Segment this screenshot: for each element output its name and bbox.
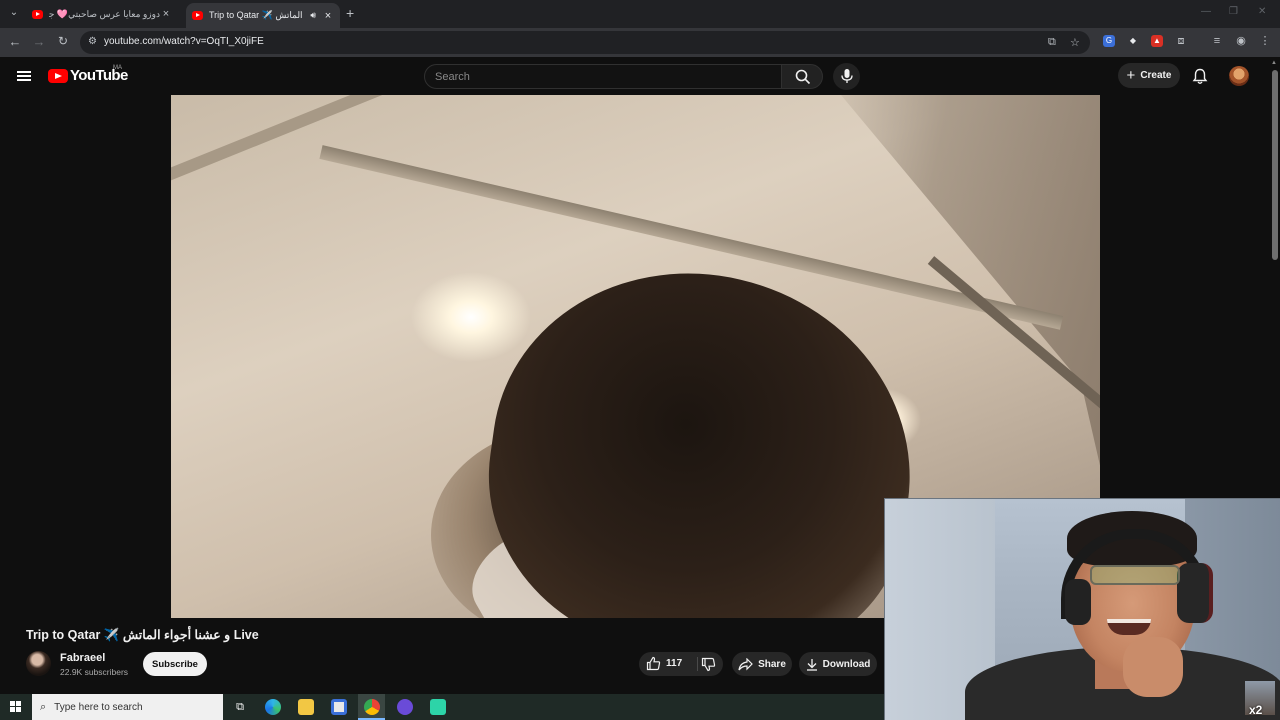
- plus-icon: +: [1126, 67, 1136, 84]
- share-arrow-icon: [738, 657, 753, 670]
- dislike-thumbs-down-icon[interactable]: [701, 657, 716, 672]
- windows-start-icon[interactable]: [10, 701, 22, 713]
- share-button[interactable]: Share: [732, 652, 792, 676]
- install-app-icon[interactable]: ⧉: [1048, 36, 1056, 49]
- url-text[interactable]: youtube.com/watch?v=OqTI_X0jiFE: [104, 36, 264, 47]
- search-icon: ⌕: [40, 700, 47, 713]
- scroll-up-arrow-icon[interactable]: ▲: [1271, 60, 1277, 66]
- share-label: Share: [758, 658, 786, 670]
- red-extension-icon[interactable]: ▲: [1151, 35, 1163, 47]
- close-tab-icon[interactable]: ×: [160, 8, 172, 20]
- account-avatar[interactable]: [1229, 66, 1249, 86]
- close-tab-icon[interactable]: ×: [322, 10, 334, 22]
- windows-taskbar: ⌕ Type here to search ⧉: [0, 694, 884, 720]
- tab-title: Trip to Qatar ✈️ و عشنا أجواء الماتش: [209, 10, 304, 20]
- youtube-favicon-icon: [32, 9, 43, 19]
- headset: [1065, 579, 1091, 625]
- edge-browser-icon[interactable]: [265, 699, 281, 715]
- browser-tab[interactable]: دوزو معايا عرس صاحبتي🩷 جيبي.. ×: [26, 3, 178, 25]
- notifications-bell-icon[interactable]: [1192, 68, 1208, 85]
- app-icon[interactable]: [430, 699, 446, 715]
- webcam-person-hand: [1123, 637, 1183, 697]
- search-input[interactable]: Search: [424, 64, 782, 89]
- media-controls-icon[interactable]: ≡: [1211, 35, 1223, 47]
- browser-menu-icon[interactable]: ⋮: [1259, 35, 1271, 47]
- youtube-masthead: YouTube MA Search + Create: [0, 57, 1270, 95]
- video-frame-detail: [171, 95, 385, 192]
- youtube-logo-icon[interactable]: [48, 69, 68, 83]
- bookmark-star-icon[interactable]: ☆: [1070, 36, 1080, 49]
- browser-toolbar: ← → ↻ ⚙ youtube.com/watch?v=OqTI_X0jiFE …: [0, 28, 1280, 57]
- extensions-puzzle-icon[interactable]: ⧈: [1175, 35, 1187, 47]
- site-info-icon[interactable]: ⚙: [88, 36, 97, 47]
- chrome-browser-icon[interactable]: [364, 699, 380, 715]
- translate-extension-icon[interactable]: G: [1103, 35, 1115, 47]
- download-button[interactable]: Download: [799, 652, 877, 676]
- glasses: [1090, 565, 1180, 585]
- like-count[interactable]: 117: [666, 658, 682, 669]
- microphone-icon: [841, 69, 853, 83]
- profile-icon[interactable]: ◉: [1235, 35, 1247, 47]
- download-label: Download: [822, 658, 871, 670]
- browser-tab-active[interactable]: Trip to Qatar ✈️ و عشنا أجواء الماتش 🔊︎ …: [186, 3, 340, 28]
- back-icon[interactable]: ←: [7, 34, 23, 49]
- new-tab-icon[interactable]: +: [346, 5, 354, 21]
- tab-title: دوزو معايا عرس صاحبتي🩷 جيبي..: [49, 8, 160, 19]
- country-code: MA: [113, 65, 122, 71]
- scrollbar-thumb[interactable]: [1272, 70, 1278, 260]
- video-frame-detail: [466, 247, 936, 618]
- discord-icon[interactable]: [397, 699, 413, 715]
- create-label: Create: [1140, 70, 1172, 81]
- microsoft-store-icon[interactable]: [331, 699, 347, 715]
- channel-avatar[interactable]: [26, 651, 51, 676]
- maximize-icon[interactable]: ❐: [1229, 6, 1238, 17]
- headset: [1177, 563, 1213, 623]
- taskbar-search-placeholder: Type here to search: [54, 701, 143, 713]
- like-divider: [697, 657, 698, 671]
- webcam-badge: x2: [1249, 703, 1263, 717]
- close-window-icon[interactable]: ✕: [1258, 6, 1266, 17]
- file-explorer-icon[interactable]: [298, 699, 314, 715]
- like-dislike-group: 117: [639, 652, 723, 676]
- channel-name[interactable]: Fabraeel: [60, 652, 105, 664]
- tab-search-icon[interactable]: ⌄: [6, 5, 22, 21]
- search-icon: [795, 69, 811, 85]
- hamburger-menu-icon[interactable]: [17, 71, 31, 81]
- search-button[interactable]: [781, 64, 823, 89]
- browser-tab-strip: ⌄ دوزو معايا عرس صاحبتي🩷 جيبي.. × Trip t…: [0, 0, 1280, 28]
- taskbar-search-input[interactable]: ⌕ Type here to search: [32, 694, 223, 720]
- task-view-icon[interactable]: ⧉: [232, 699, 248, 715]
- like-thumbs-up-icon[interactable]: [646, 656, 661, 671]
- diamond-extension-icon[interactable]: ◆: [1127, 35, 1139, 47]
- minimize-icon[interactable]: —: [1201, 6, 1211, 17]
- reload-icon[interactable]: ↻: [55, 34, 71, 48]
- webcam-overlay: x2: [884, 498, 1280, 720]
- address-bar[interactable]: ⚙ youtube.com/watch?v=OqTI_X0jiFE ⧉ ☆: [80, 31, 1090, 54]
- forward-icon[interactable]: →: [31, 34, 47, 49]
- create-button[interactable]: + Create: [1118, 63, 1180, 88]
- voice-search-button[interactable]: [833, 63, 860, 90]
- download-icon: [806, 658, 817, 671]
- youtube-favicon-icon: [192, 11, 203, 20]
- subscriber-count: 22.9K subscribers: [60, 667, 129, 677]
- video-title: Trip to Qatar ✈️ و عشنا أجواء الماتش Liv…: [26, 628, 259, 642]
- search-placeholder: Search: [435, 71, 470, 83]
- audio-playing-icon[interactable]: 🔊︎: [310, 10, 316, 21]
- subscribe-button[interactable]: Subscribe: [143, 652, 207, 676]
